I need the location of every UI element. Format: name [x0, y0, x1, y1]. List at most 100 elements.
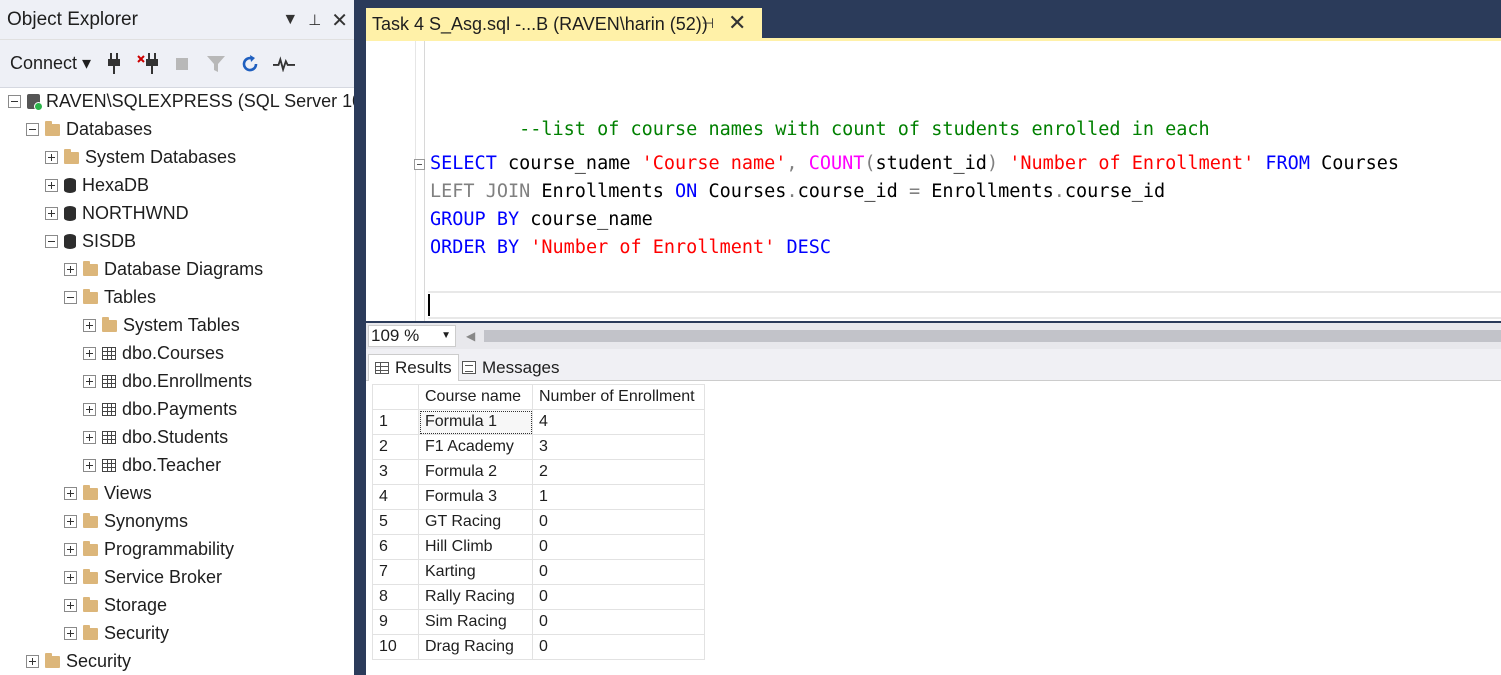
- tree-node[interactable]: NORTHWND: [45, 199, 189, 227]
- filter-icon[interactable]: [205, 52, 227, 76]
- pin-tab-icon[interactable]: ⊣: [702, 15, 714, 32]
- row-number-cell[interactable]: 7: [372, 559, 419, 585]
- row-number-cell[interactable]: 6: [372, 534, 419, 560]
- enrollment-count-cell[interactable]: 4: [532, 409, 705, 435]
- tree-node[interactable]: dbo.Teacher: [83, 451, 221, 479]
- expand-icon[interactable]: [64, 570, 77, 584]
- table-row[interactable]: 8 Rally Racing 0: [372, 584, 705, 610]
- tree-node[interactable]: System Tables: [83, 311, 240, 339]
- sql-editor[interactable]: --list of course names with count of stu…: [366, 41, 1501, 321]
- expand-icon[interactable]: [83, 402, 96, 416]
- expand-icon[interactable]: [64, 626, 77, 640]
- enrollment-count-cell[interactable]: 0: [532, 634, 705, 660]
- expand-icon[interactable]: [64, 262, 77, 276]
- tab-query-document[interactable]: Task 4 S_Asg.sql -...B (RAVEN\harin (52)…: [366, 8, 762, 40]
- horizontal-scrollbar-thumb[interactable]: [484, 330, 1501, 342]
- course-name-cell[interactable]: F1 Academy: [418, 434, 533, 460]
- refresh-icon[interactable]: [239, 52, 261, 76]
- tree-node[interactable]: Service Broker: [64, 563, 222, 591]
- enrollment-count-cell[interactable]: 3: [532, 434, 705, 460]
- scroll-left-icon[interactable]: ◀: [466, 329, 475, 343]
- row-number-cell[interactable]: 9: [372, 609, 419, 635]
- row-number-cell[interactable]: 8: [372, 584, 419, 610]
- collapse-icon[interactable]: [26, 122, 39, 136]
- tree-node[interactable]: dbo.Students: [83, 423, 228, 451]
- tree-node[interactable]: RAVEN\SQLEXPRESS (SQL Server 10.0.2: [8, 87, 354, 115]
- expand-icon[interactable]: [83, 374, 96, 388]
- expand-icon[interactable]: [26, 654, 39, 668]
- tree-node[interactable]: Databases: [26, 115, 152, 143]
- connect-plug-icon[interactable]: [103, 52, 125, 76]
- table-row[interactable]: 2 F1 Academy 3: [372, 434, 705, 460]
- expand-icon[interactable]: [64, 542, 77, 556]
- expand-icon[interactable]: [83, 458, 96, 472]
- tree-node[interactable]: dbo.Enrollments: [83, 367, 252, 395]
- zoom-select[interactable]: 109 % ▼: [368, 325, 456, 347]
- course-name-cell[interactable]: GT Racing: [418, 509, 533, 535]
- enrollment-count-cell[interactable]: 1: [532, 484, 705, 510]
- activity-monitor-icon[interactable]: [273, 52, 296, 76]
- enrollment-count-cell[interactable]: 0: [532, 534, 705, 560]
- tree-node[interactable]: dbo.Courses: [83, 339, 224, 367]
- row-number-cell[interactable]: 4: [372, 484, 419, 510]
- expand-icon[interactable]: [45, 206, 58, 220]
- table-row[interactable]: 1 Formula 14: [372, 409, 705, 435]
- collapse-region-icon[interactable]: [414, 159, 425, 170]
- pin-icon[interactable]: ⊥: [308, 11, 321, 29]
- column-header[interactable]: Number of Enrollment: [532, 384, 705, 410]
- expand-icon[interactable]: [64, 514, 77, 528]
- expand-icon[interactable]: [45, 178, 58, 192]
- tree-node[interactable]: System Databases: [45, 143, 236, 171]
- tree-node[interactable]: Views: [64, 479, 152, 507]
- stop-icon[interactable]: [171, 52, 193, 76]
- expand-icon[interactable]: [83, 430, 96, 444]
- tab-results[interactable]: Results: [368, 354, 459, 381]
- close-tab-icon[interactable]: ✕: [728, 10, 746, 36]
- course-name-cell[interactable]: Formula 3: [418, 484, 533, 510]
- tree-node[interactable]: Security: [64, 619, 169, 647]
- course-name-cell[interactable]: Hill Climb: [418, 534, 533, 560]
- course-name-cell[interactable]: Formula 1: [418, 409, 533, 435]
- tree-node[interactable]: Storage: [64, 591, 167, 619]
- tree-node[interactable]: Tables: [64, 283, 156, 311]
- table-row[interactable]: 3 Formula 22: [372, 459, 705, 485]
- enrollment-count-cell[interactable]: 0: [532, 609, 705, 635]
- tree-node[interactable]: Synonyms: [64, 507, 188, 535]
- course-name-cell[interactable]: Drag Racing: [418, 634, 533, 660]
- enrollment-count-cell[interactable]: 0: [532, 509, 705, 535]
- expand-icon[interactable]: [45, 150, 58, 164]
- column-header[interactable]: Course name: [418, 384, 533, 410]
- row-number-cell[interactable]: 5: [372, 509, 419, 535]
- row-number-cell[interactable]: 10: [372, 634, 419, 660]
- collapse-icon[interactable]: [45, 234, 58, 248]
- collapse-icon[interactable]: [64, 290, 77, 304]
- tab-messages[interactable]: Messages: [456, 354, 565, 381]
- expand-icon[interactable]: [64, 486, 77, 500]
- tree-node[interactable]: HexaDB: [45, 171, 149, 199]
- tree-node[interactable]: Programmability: [64, 535, 234, 563]
- expand-icon[interactable]: [64, 598, 77, 612]
- tree-node[interactable]: dbo.Payments: [83, 395, 237, 423]
- expand-icon[interactable]: [83, 318, 96, 332]
- course-name-cell[interactable]: Rally Racing: [418, 584, 533, 610]
- table-row[interactable]: 10 Drag Racing 0: [372, 634, 705, 660]
- table-row[interactable]: 9 Sim Racing 0: [372, 609, 705, 635]
- table-row[interactable]: 4 Formula 31: [372, 484, 705, 510]
- course-name-cell[interactable]: Karting: [418, 559, 533, 585]
- row-number-cell[interactable]: 3: [372, 459, 419, 485]
- row-number-cell[interactable]: 2: [372, 434, 419, 460]
- table-row[interactable]: 6 Hill Climb 0: [372, 534, 705, 560]
- table-row[interactable]: 7 Karting 0: [372, 559, 705, 585]
- enrollment-count-cell[interactable]: 2: [532, 459, 705, 485]
- expand-icon[interactable]: [83, 346, 96, 360]
- tree-node[interactable]: SISDB: [45, 227, 136, 255]
- enrollment-count-cell[interactable]: 0: [532, 559, 705, 585]
- row-number-cell[interactable]: 1: [372, 409, 419, 435]
- course-name-cell[interactable]: Formula 2: [418, 459, 533, 485]
- connect-button[interactable]: Connect ▾: [10, 53, 91, 74]
- collapse-icon[interactable]: [8, 94, 21, 108]
- tree-node[interactable]: Security: [26, 647, 131, 675]
- tree-node[interactable]: Database Diagrams: [64, 255, 263, 283]
- dropdown-icon[interactable]: ▼: [282, 11, 298, 29]
- enrollment-count-cell[interactable]: 0: [532, 584, 705, 610]
